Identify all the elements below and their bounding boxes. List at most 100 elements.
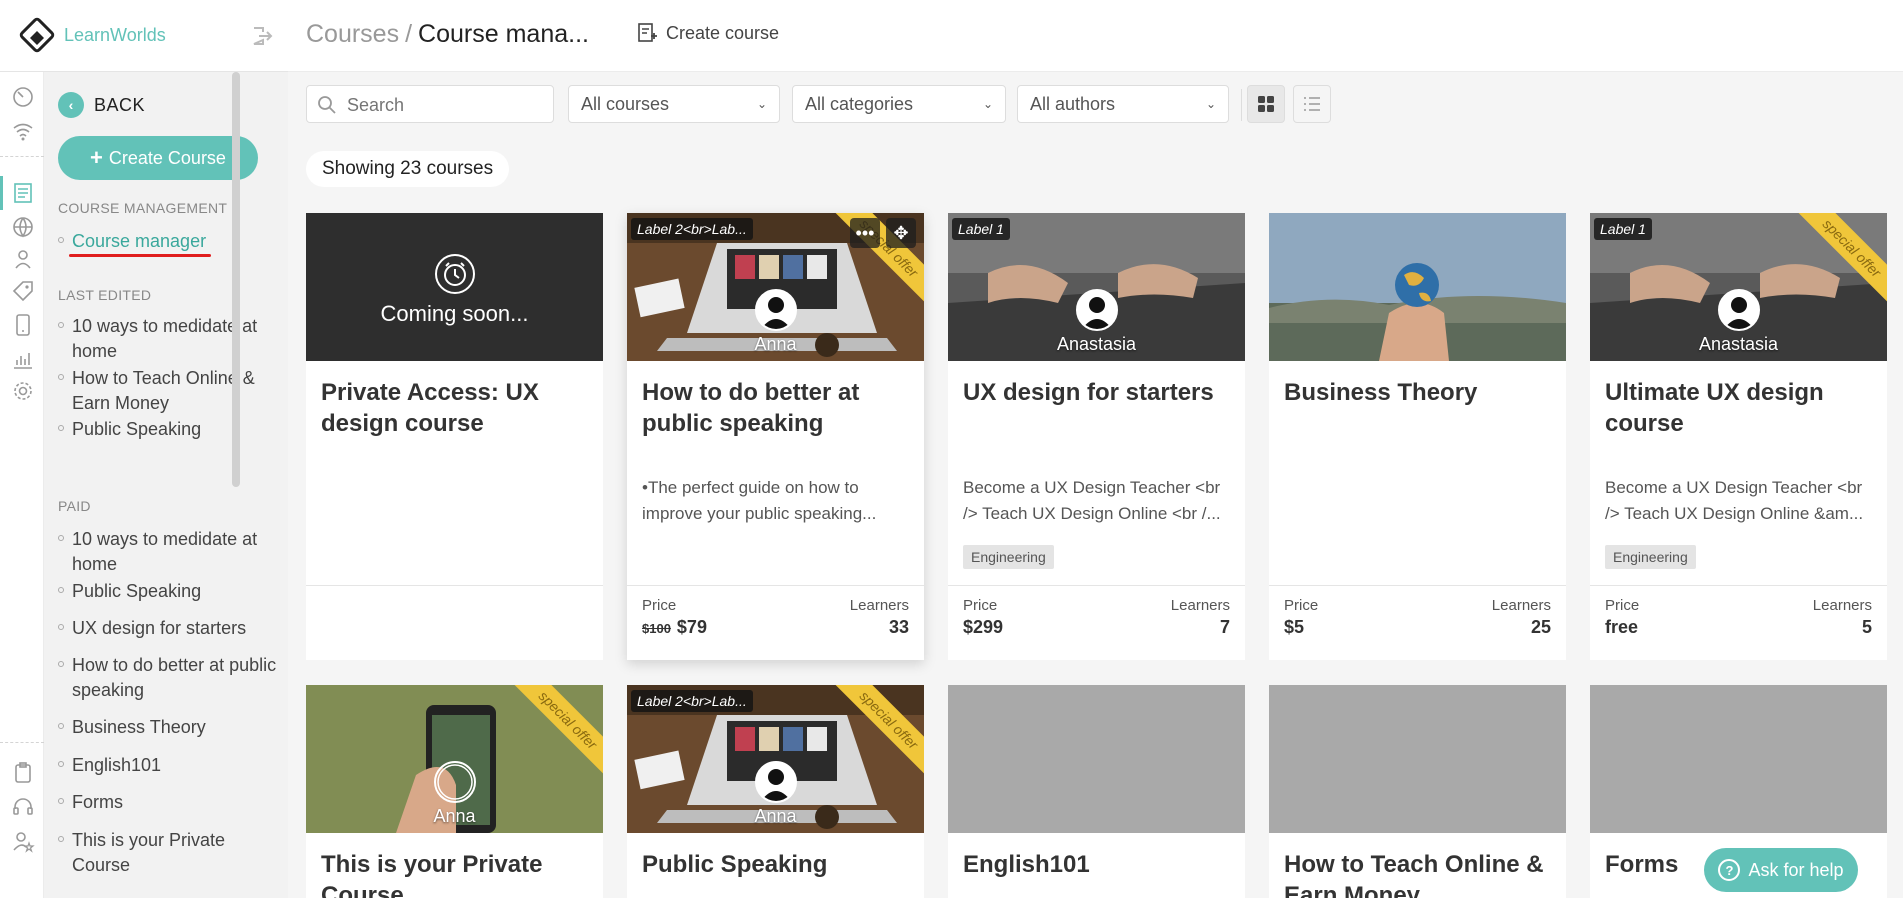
course-sidebar: ‹ BACK + Create Course COURSE MANAGEMENT… (44, 72, 288, 898)
brand-name: LearnWorlds (64, 25, 166, 45)
search-input[interactable] (347, 92, 547, 118)
support-headset-icon[interactable] (10, 794, 36, 820)
sidebar-item-last-edited[interactable]: Public Speaking (58, 417, 278, 442)
settings-gear-icon[interactable] (10, 378, 36, 404)
bullet-icon (58, 798, 64, 804)
move-icon[interactable]: ✥ (886, 218, 916, 248)
user-avatar-icon (761, 297, 791, 329)
more-options-icon[interactable]: ••• (850, 218, 880, 248)
logout-icon[interactable] (250, 24, 274, 48)
author-name: Anna (433, 806, 476, 826)
bullet-icon (58, 374, 64, 380)
author-name: Anastasia (1056, 334, 1137, 354)
course-card[interactable]: Label 2<br>Lab... special offer ••• ✥ An… (627, 213, 924, 660)
wifi-icon[interactable] (10, 118, 36, 144)
course-card[interactable]: Label 1 special offer Anastasia Ultimate… (1590, 213, 1887, 660)
course-card[interactable]: special offer Anna This is your Private … (306, 685, 603, 898)
sidebar-item-paid[interactable]: Forms (58, 790, 278, 815)
list-icon (1304, 97, 1320, 111)
bullet-icon (58, 761, 64, 767)
course-card[interactable]: Label 2<br>Lab... special offer Anna Pub… (627, 685, 924, 898)
course-card[interactable]: Coming soon... Private Access: UX design… (306, 213, 603, 660)
create-course-label: Create Course (108, 147, 226, 168)
analytics-icon[interactable] (10, 346, 36, 372)
bullet-icon (58, 661, 64, 667)
bullet-icon (58, 425, 64, 431)
sidebar-item-paid[interactable]: English101 (58, 753, 278, 778)
course-label-chip: Label 1 (952, 218, 1010, 240)
author-name: Anna (754, 334, 797, 354)
price-label: Price (963, 597, 998, 614)
create-course-link[interactable]: Create course (636, 22, 779, 44)
question-icon: ? (1718, 859, 1741, 881)
back-label: BACK (94, 94, 146, 115)
breadcrumb-courses-link[interactable]: Courses (306, 20, 399, 48)
search-box[interactable] (306, 85, 554, 123)
dashboard-icon[interactable] (10, 84, 36, 110)
course-card[interactable]: Business Theory Price Learners $5 25 (1269, 213, 1566, 660)
tag-icon[interactable] (10, 278, 36, 304)
sidebar-item-paid[interactable]: This is your Private Course (58, 828, 278, 878)
course-title: This is your Private Course (321, 851, 543, 898)
category-tag: Engineering (1605, 545, 1696, 569)
learner-count: 5 (1861, 617, 1872, 637)
price-label: Price (1284, 597, 1319, 614)
bullet-icon (58, 322, 64, 328)
course-card[interactable]: English101 (948, 685, 1245, 898)
ask-for-help-button[interactable]: ? Ask for help (1704, 848, 1858, 892)
category-filter-select[interactable]: All categories ⌄ (792, 85, 1006, 123)
sidebar-item-last-edited[interactable]: How to Teach Online & Earn Money (58, 366, 278, 416)
page-header: Courses / Course mana... Create course (288, 0, 1903, 72)
learner-count: 33 (888, 617, 909, 637)
learnworlds-logo-icon[interactable] (18, 16, 56, 54)
clipboard-icon[interactable] (10, 760, 36, 786)
course-description: Become a UX Design Teacher <br /> Teach … (963, 478, 1221, 523)
sidebar-item-paid[interactable]: Public Speaking (58, 579, 278, 604)
sidebar-item-label: How to Teach Online & Earn Money (72, 368, 255, 413)
user-star-icon[interactable] (10, 828, 36, 854)
course-card[interactable]: Label 1 Anastasia UX design for starters… (948, 213, 1245, 660)
list-view-button[interactable] (1293, 85, 1331, 123)
course-thumbnail (1269, 213, 1566, 361)
author-filter-select[interactable]: All authors ⌄ (1017, 85, 1229, 123)
sidebar-item-label: UX design for starters (72, 618, 247, 638)
course-title: Business Theory (1284, 379, 1478, 406)
create-course-button[interactable]: + Create Course (58, 136, 258, 180)
card-divider (627, 585, 924, 586)
rail-divider (0, 156, 44, 157)
sidebar-item-label: Public Speaking (72, 581, 202, 601)
grid-view-button[interactable] (1247, 85, 1285, 123)
bullet-icon (58, 624, 64, 630)
sidebar-item-course-manager[interactable]: Course manager (58, 229, 278, 254)
sidebar-item-paid[interactable]: How to do better at public speaking (58, 653, 278, 703)
section-heading: PAID (58, 498, 91, 514)
sidebar-item-label: Public Speaking (72, 419, 202, 439)
sidebar-item-last-edited[interactable]: 10 ways to medidate at home (58, 314, 278, 364)
course-title: Private Access: UX design course (321, 379, 539, 437)
course-price: $299 (963, 617, 1004, 637)
learner-count: 7 (1219, 617, 1230, 637)
sidebar-item-label: English101 (72, 755, 162, 775)
sidebar-item-label: Business Theory (72, 717, 206, 737)
globe-icon[interactable] (10, 214, 36, 240)
users-icon[interactable] (10, 246, 36, 272)
course-filter-value: All courses (581, 93, 670, 114)
brand-bar: LearnWorlds (0, 0, 288, 72)
price-label: Price (1605, 597, 1640, 614)
course-filter-select[interactable]: All courses ⌄ (568, 85, 780, 123)
sidebar-scrollbar[interactable] (232, 72, 240, 487)
page-title: Course mana... (418, 20, 589, 48)
sidebar-item-paid[interactable]: 10 ways to medidate at home (58, 527, 278, 577)
course-thumbnail: Label 2<br>Lab... special offer Anna (627, 685, 924, 833)
back-button[interactable]: ‹ BACK (58, 92, 145, 118)
sidebar-item-paid[interactable]: UX design for starters (58, 616, 278, 641)
course-title: How to Teach Online & Earn Money (1284, 851, 1544, 898)
courses-icon[interactable] (10, 180, 36, 206)
sidebar-item-paid[interactable]: Business Theory (58, 715, 278, 740)
course-title: English101 (963, 851, 1090, 878)
mobile-icon[interactable] (10, 312, 36, 338)
category-tag: Engineering (963, 545, 1054, 569)
user-avatar-icon (1082, 297, 1112, 329)
filter-divider (1241, 89, 1242, 121)
course-card[interactable]: How to Teach Online & Earn Money (1269, 685, 1566, 898)
